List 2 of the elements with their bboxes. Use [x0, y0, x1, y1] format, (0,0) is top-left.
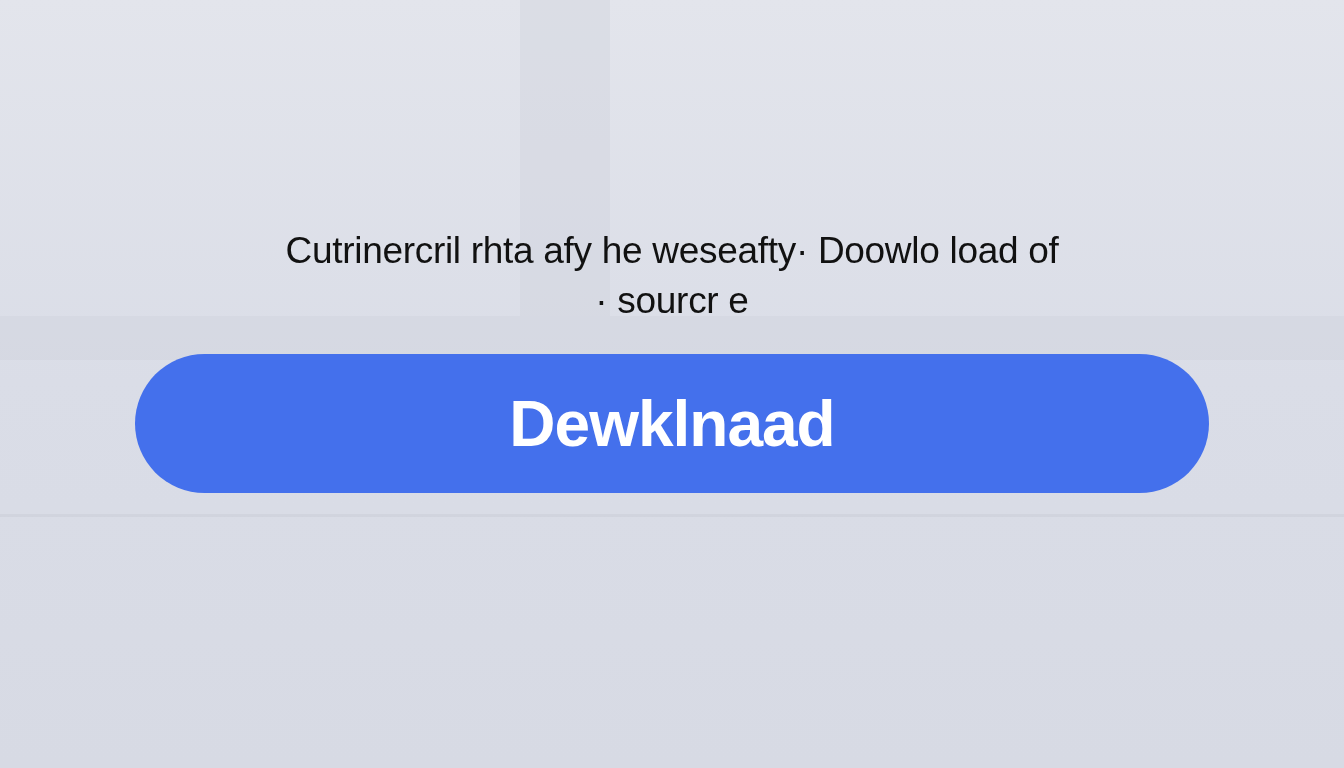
download-button[interactable]: Dewklnaad: [135, 354, 1209, 493]
message-text: Cutrinercril rhta afy he weseafty· Doowlo load of · sourcr e: [285, 229, 1059, 323]
